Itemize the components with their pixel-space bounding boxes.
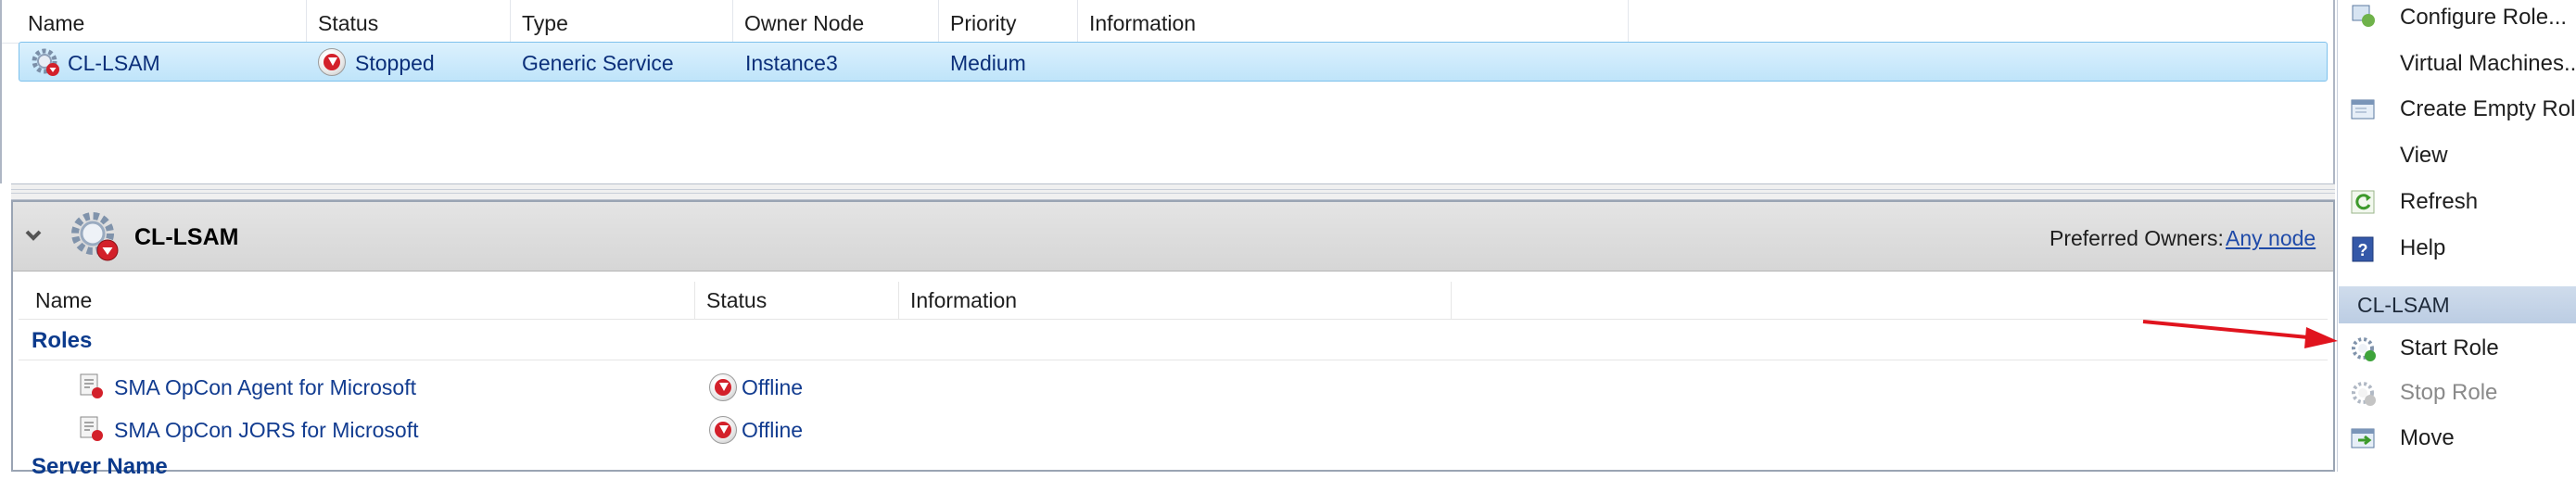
action-create-empty-role[interactable]: Create Empty Role xyxy=(2337,91,2576,137)
annotation-arrow xyxy=(2142,320,2338,348)
resource-row[interactable]: SMA OpCon Agent for Microsoft Offline xyxy=(19,365,2328,406)
preferred-owners-label: Preferred Owners: xyxy=(2049,226,2224,250)
action-start-role[interactable]: Start Role xyxy=(2337,330,2576,376)
svg-text:?: ? xyxy=(2358,241,2368,259)
role-details-pane: CL-LSAM Preferred Owners: Any node Name … xyxy=(11,200,2335,479)
move-icon xyxy=(2351,428,2375,448)
offline-status-icon xyxy=(709,373,737,401)
resource-row[interactable]: SMA OpCon JORS for Microsoft Offline xyxy=(19,408,2328,448)
pane-splitter[interactable] xyxy=(11,183,2335,200)
action-stop-role[interactable]: Stop Role xyxy=(2337,374,2576,421)
action-label: Stop Role xyxy=(2400,380,2498,405)
resource-name[interactable]: SMA OpCon Agent for Microsoft xyxy=(114,375,416,400)
column-header-information[interactable]: Information xyxy=(1078,0,1629,43)
group-label-roles: Roles xyxy=(32,328,93,353)
column-header-priority[interactable]: Priority xyxy=(939,0,1078,43)
resource-status: Offline xyxy=(742,418,804,442)
collapse-chevron-icon[interactable] xyxy=(24,226,43,245)
role-name[interactable]: CL-LSAM xyxy=(68,43,160,82)
column-header-type[interactable]: Type xyxy=(511,0,733,43)
action-view[interactable]: View xyxy=(2337,137,2576,183)
role-priority: Medium xyxy=(950,51,1026,75)
role-status: Stopped xyxy=(355,51,435,75)
group-label-server-name: Server Name xyxy=(32,454,168,479)
resource-status: Offline xyxy=(742,375,804,399)
details-header: CL-LSAM Preferred Owners: Any node xyxy=(13,202,2333,272)
details-title: CL-LSAM xyxy=(134,224,239,250)
role-type: Generic Service xyxy=(522,51,674,75)
resource-name[interactable]: SMA OpCon JORS for Microsoft xyxy=(114,418,418,443)
role-gear-icon xyxy=(32,48,59,76)
column-header-information[interactable]: Information xyxy=(899,282,1452,319)
create-empty-role-icon xyxy=(2351,99,2375,120)
actions-section-title: CL-LSAM xyxy=(2357,293,2450,317)
column-header-status[interactable]: Status xyxy=(695,282,899,319)
refresh-icon xyxy=(2351,190,2375,214)
help-icon: ? xyxy=(2352,236,2374,262)
preferred-owners-link[interactable]: Any node xyxy=(2226,226,2316,251)
action-help[interactable]: ? Help xyxy=(2337,230,2576,276)
column-header-name[interactable]: Name xyxy=(17,0,307,43)
offline-status-icon xyxy=(709,416,737,444)
action-label: Refresh xyxy=(2400,189,2479,214)
roles-list: Name Status Type Owner Node Priority Inf… xyxy=(0,0,2335,183)
roles-list-header: Name Status Type Owner Node Priority Inf… xyxy=(2,0,1629,44)
action-label: Help xyxy=(2400,235,2446,260)
action-virtual-machines[interactable]: Virtual Machines... xyxy=(2337,45,2576,92)
stopped-status-icon xyxy=(318,48,346,76)
start-role-icon xyxy=(2352,337,2376,361)
column-header-name[interactable]: Name xyxy=(24,282,695,319)
stop-role-icon xyxy=(2352,382,2376,406)
action-label: Virtual Machines... xyxy=(2400,51,2576,76)
resource-icon xyxy=(80,416,103,441)
role-large-gear-icon xyxy=(71,212,119,261)
action-label: Move xyxy=(2400,425,2455,450)
resource-icon xyxy=(80,373,103,398)
action-label: Create Empty Role xyxy=(2400,96,2576,121)
action-label: Start Role xyxy=(2400,335,2499,360)
configure-role-icon xyxy=(2352,5,2375,27)
action-move[interactable]: Move xyxy=(2337,420,2576,466)
role-row-selected[interactable]: CL-LSAM Stopped Generic Service Instance… xyxy=(19,42,2328,82)
role-owner-node: Instance3 xyxy=(745,51,838,75)
action-refresh[interactable]: Refresh xyxy=(2337,183,2576,230)
action-label: Configure Role... xyxy=(2400,5,2568,30)
actions-section-header: CL-LSAM xyxy=(2339,286,2576,323)
action-configure-role[interactable]: Configure Role... xyxy=(2337,0,2576,46)
column-header-status[interactable]: Status xyxy=(307,0,511,43)
resources-header: Name Status Information xyxy=(19,282,2328,320)
column-header-owner-node[interactable]: Owner Node xyxy=(733,0,939,43)
action-label: View xyxy=(2400,143,2448,168)
